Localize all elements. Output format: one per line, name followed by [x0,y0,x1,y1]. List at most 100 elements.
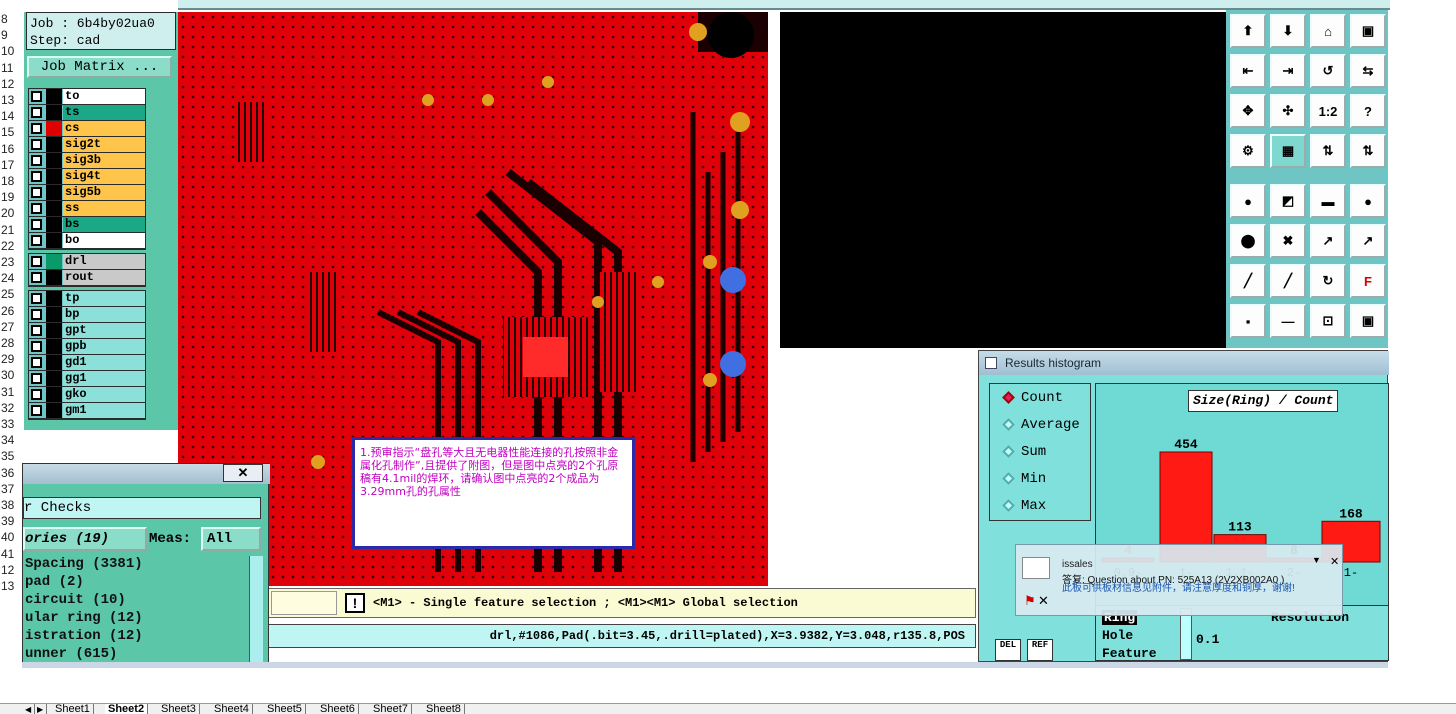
menu-icon[interactable]: ▼ [1312,555,1321,565]
email-notification[interactable]: ⚑ ✕ issales 答复: Question about PN: 525A1… [1015,544,1343,616]
layer-checkbox[interactable] [31,155,42,166]
row-number[interactable]: 21 [0,223,24,239]
layer-checkbox[interactable] [31,293,42,304]
tool-button-icon[interactable]: — [1270,304,1306,338]
row-number[interactable]: 8 [0,12,24,28]
row-number[interactable]: 20 [0,206,24,222]
row-number[interactable]: 9 [0,28,24,44]
layer-color-swatch[interactable] [46,201,62,216]
row-number[interactable]: 18 [0,174,24,190]
row-number[interactable]: 29 [0,352,24,368]
layer-row[interactable]: sig2t [29,137,145,153]
tool-button-icon[interactable]: ↻ [1310,264,1346,298]
alert-icon[interactable]: ! [345,593,365,613]
tool-button-icon[interactable]: ▪ [1230,304,1266,338]
row-number[interactable]: 13 [0,93,24,109]
row-number[interactable]: 31 [0,385,24,401]
tool-button-icon[interactable]: ✖ [1270,224,1306,258]
row-number[interactable]: 19 [0,190,24,206]
check-category-item[interactable]: istration (12) [25,628,143,644]
row-number[interactable]: 15 [0,125,24,141]
layer-color-swatch[interactable] [46,323,62,338]
row-number[interactable]: 40 [0,530,24,546]
layer-color-swatch[interactable] [46,270,62,285]
tool-button-icon[interactable]: ⇥ [1270,54,1306,88]
layer-color-swatch[interactable] [46,105,62,120]
layer-checkbox[interactable] [31,405,42,416]
close-icon[interactable]: ✕ [223,464,263,482]
row-number[interactable]: 37 [0,482,24,498]
layer-row[interactable]: gg1 [29,371,145,387]
row-number[interactable]: 32 [0,401,24,417]
layer-color-swatch[interactable] [46,339,62,354]
tool-button-icon[interactable]: ↺ [1310,54,1346,88]
tool-button-icon[interactable]: ╱ [1270,264,1306,298]
row-number[interactable]: 22 [0,239,24,255]
tool-button-icon[interactable]: ? [1350,94,1386,128]
meas-select[interactable]: All [201,527,261,551]
layer-row[interactable]: sig5b [29,185,145,201]
layer-color-swatch[interactable] [46,169,62,184]
row-number[interactable]: 11 [0,61,24,77]
layer-row[interactable]: gm1 [29,403,145,419]
layer-color-swatch[interactable] [46,403,62,418]
layer-row[interactable]: tp [29,291,145,307]
layer-checkbox[interactable] [31,235,42,246]
layer-checkbox[interactable] [31,203,42,214]
sheet-tab[interactable]: Sheet4 [211,704,253,714]
checks-scrollbar[interactable] [249,556,263,664]
tool-button-icon[interactable]: ✣ [1270,94,1306,128]
row-number[interactable]: 17 [0,158,24,174]
tool-button-icon[interactable]: ↗ [1350,224,1386,258]
flag-icon[interactable]: ⚑ [1024,593,1036,609]
message-input[interactable] [271,591,337,615]
row-number[interactable]: 36 [0,466,24,482]
layer-row[interactable]: gko [29,387,145,403]
row-number[interactable]: 24 [0,271,24,287]
row-number[interactable]: 38 [0,498,24,514]
row-number[interactable]: 10 [0,44,24,60]
row-number[interactable]: 35 [0,449,24,465]
sheet-tab[interactable]: Sheet1 [52,704,94,714]
tool-button-icon[interactable]: ⇅ [1350,134,1386,168]
layer-color-swatch[interactable] [46,254,62,269]
delete-icon[interactable]: ✕ [1038,593,1049,609]
layer-color-swatch[interactable] [46,355,62,370]
row-number[interactable]: 16 [0,142,24,158]
row-number[interactable]: 12 [0,77,24,93]
layer-row[interactable]: gpb [29,339,145,355]
row-number[interactable]: 39 [0,514,24,530]
layer-checkbox[interactable] [31,171,42,182]
row-number[interactable]: 27 [0,320,24,336]
layer-color-swatch[interactable] [46,307,62,322]
close-icon[interactable]: ✕ [1330,555,1339,568]
layer-row[interactable]: to [29,89,145,105]
row-number[interactable]: 13 [0,579,24,595]
layer-row[interactable]: rout [29,270,145,286]
tool-button-icon[interactable]: ╱ [1230,264,1266,298]
layer-checkbox[interactable] [31,357,42,368]
tool-button-icon[interactable]: ⬇ [1270,14,1306,48]
check-category-item[interactable]: Spacing (3381) [25,556,143,572]
sheet-tab[interactable]: Sheet6 [317,704,359,714]
layer-checkbox[interactable] [31,219,42,230]
layer-checkbox[interactable] [31,107,42,118]
row-number[interactable]: 33 [0,417,24,433]
layer-row[interactable]: ts [29,105,145,121]
sheet-tab[interactable]: Sheet3 [158,704,200,714]
tool-button-icon[interactable]: ⇆ [1350,54,1386,88]
option-feature[interactable]: Feature [1102,646,1157,661]
layer-row[interactable]: sig3b [29,153,145,169]
tool-button-icon[interactable]: ⊡ [1310,304,1346,338]
radio-max[interactable]: Max [1002,498,1046,514]
layer-checkbox[interactable] [31,91,42,102]
row-number[interactable]: 41 [0,547,24,563]
layer-color-swatch[interactable] [46,89,62,104]
radio-count[interactable]: Count [1002,390,1063,406]
tool-button-icon[interactable]: ⇤ [1230,54,1266,88]
layer-color-swatch[interactable] [46,185,62,200]
tool-button-icon[interactable]: ⬤ [1230,224,1266,258]
sheet-tab[interactable]: Sheet2 [105,704,149,714]
sheet-tab[interactable]: Sheet5 [264,704,306,714]
layer-row[interactable]: sig4t [29,169,145,185]
